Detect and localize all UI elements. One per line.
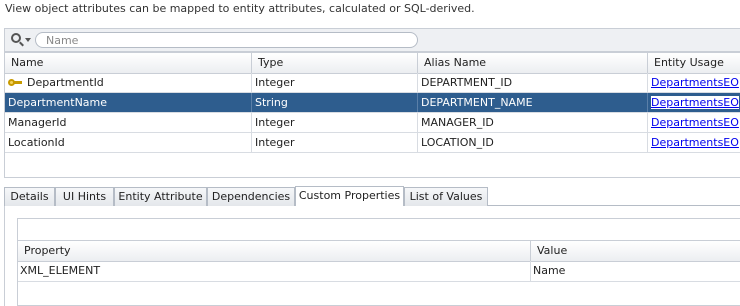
attribute-alias: DEPARTMENT_NAME	[418, 93, 648, 112]
column-header-property[interactable]: Property	[18, 241, 531, 261]
property-row[interactable]: XML_ELEMENT Name	[18, 261, 740, 282]
attribute-type: Integer	[252, 133, 418, 152]
properties-header: Property Value	[18, 241, 740, 262]
tab-list-of-values[interactable]: List of Values	[404, 187, 488, 206]
table-row[interactable]: ManagerId Integer MANAGER_ID Departments…	[5, 113, 740, 133]
column-header-type[interactable]: Type	[252, 53, 418, 73]
entity-usage-link[interactable]: DepartmentsEO	[651, 116, 739, 129]
entity-usage-link[interactable]: DepartmentsEO	[651, 136, 739, 149]
search-toolbar	[4, 28, 740, 52]
tab-entity-attribute[interactable]: Entity Attribute	[114, 187, 207, 206]
column-header-name[interactable]: Name	[5, 53, 252, 73]
search-options-dropdown-icon[interactable]	[25, 38, 31, 42]
tab-dependencies[interactable]: Dependencies	[207, 187, 295, 206]
attribute-alias: LOCATION_ID	[418, 133, 648, 152]
column-header-alias[interactable]: Alias Name	[418, 53, 648, 73]
attribute-name: LocationId	[5, 133, 252, 152]
attribute-alias: DEPARTMENT_ID	[418, 73, 648, 92]
properties-table: Property Value XML_ELEMENT Name	[17, 240, 740, 306]
tab-custom-properties[interactable]: Custom Properties	[295, 186, 404, 206]
tab-ui-hints[interactable]: UI Hints	[55, 187, 114, 206]
attribute-type: Integer	[252, 113, 418, 132]
table-row[interactable]: DepartmentId Integer DEPARTMENT_ID Depar…	[5, 73, 740, 93]
key-icon	[8, 79, 22, 87]
attribute-name: ManagerId	[5, 113, 252, 132]
table-row[interactable]: LocationId Integer LOCATION_ID Departmen…	[5, 133, 740, 153]
column-header-value[interactable]: Value	[531, 241, 740, 261]
tab-bar: Details UI Hints Entity Attribute Depend…	[4, 186, 740, 206]
search-input[interactable]	[35, 32, 418, 48]
attribute-alias: MANAGER_ID	[418, 113, 648, 132]
tab-details[interactable]: Details	[4, 187, 55, 206]
entity-usage-link[interactable]: DepartmentsEO	[651, 96, 739, 109]
table-header: Name Type Alias Name Entity Usage	[5, 53, 740, 74]
attribute-type: String	[252, 93, 418, 112]
description-text: View object attributes can be mapped to …	[5, 2, 475, 15]
entity-usage-link[interactable]: DepartmentsEO	[651, 76, 739, 89]
column-header-entity-usage[interactable]: Entity Usage	[648, 53, 740, 73]
property-name: XML_ELEMENT	[18, 261, 531, 281]
search-icon[interactable]	[11, 33, 21, 43]
properties-toolbar	[17, 218, 740, 240]
attributes-table: Name Type Alias Name Entity Usage Depart…	[4, 52, 740, 178]
table-row-selected[interactable]: DepartmentName String DEPARTMENT_NAME De…	[5, 93, 740, 113]
attribute-name: DepartmentId	[27, 76, 104, 89]
attribute-name: DepartmentName	[5, 93, 252, 112]
property-value[interactable]: Name	[531, 261, 740, 281]
attribute-type: Integer	[252, 73, 418, 92]
